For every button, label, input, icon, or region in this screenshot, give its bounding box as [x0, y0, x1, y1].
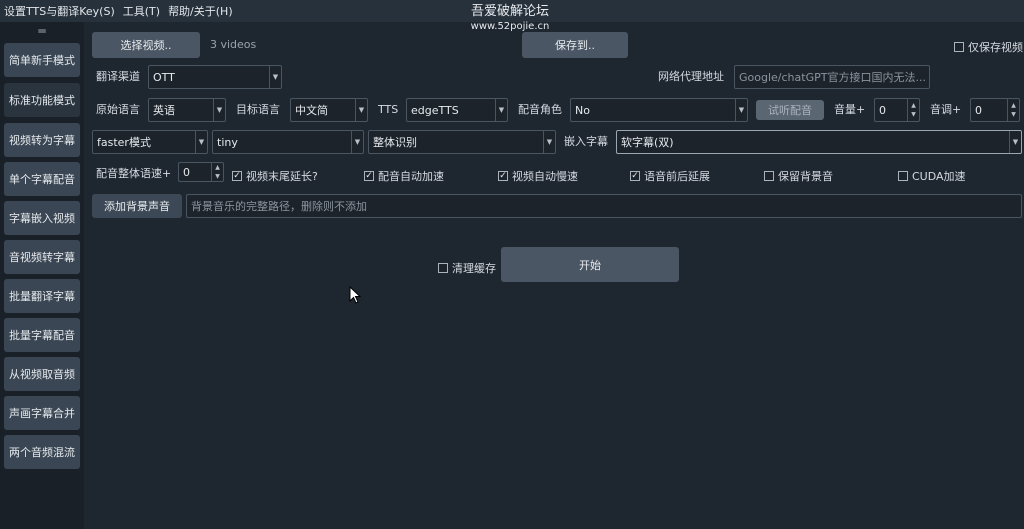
keep-bg-audio-checkbox[interactable]: 保留背景音 — [764, 168, 833, 184]
bg-audio-path-input[interactable]: 背景音乐的完整路径，删除则不添加 — [186, 194, 1022, 218]
recognition-select[interactable]: 整体识别 ▼ — [368, 130, 556, 154]
keep-bg-audio-box — [764, 171, 774, 181]
sidebar-item-merge-av-subtitle[interactable]: 声画字幕合并 — [4, 396, 80, 430]
speed-spinbox[interactable]: 0 ▲ ▼ — [178, 162, 224, 182]
sidebar: ═ 简单新手模式 标准功能模式 视频转为字幕 单个字幕配音 字幕嵌入视频 音视频… — [0, 22, 84, 529]
mode-value: faster模式 — [97, 136, 151, 149]
chevron-down-icon: ▼ — [1009, 131, 1021, 153]
tts-label: TTS — [378, 103, 399, 116]
source-lang-select[interactable]: 英语 ▼ — [148, 98, 226, 122]
mode-select[interactable]: faster模式 ▼ — [92, 130, 208, 154]
target-lang-value: 中文简 — [295, 104, 328, 117]
cuda-label: CUDA加速 — [912, 170, 966, 183]
chevron-down-icon: ▼ — [735, 99, 747, 121]
select-video-button[interactable]: 选择视频.. — [92, 32, 200, 58]
voice-role-value: No — [575, 103, 590, 117]
sidebar-item-batch-translate[interactable]: 批量翻译字幕 — [4, 279, 80, 313]
proxy-label: 网络代理地址 — [658, 70, 724, 83]
speed-value: 0 — [183, 165, 190, 179]
source-lang-label: 原始语言 — [96, 103, 140, 116]
sidebar-item-standard-mode[interactable]: 标准功能模式 — [4, 83, 80, 117]
check-icon: ✓ — [498, 171, 508, 181]
voice-role-label: 配音角色 — [518, 103, 562, 116]
spin-arrows-icon[interactable]: ▲ ▼ — [211, 163, 223, 181]
chevron-down-icon: ▼ — [269, 66, 281, 88]
menu-tools[interactable]: 工具(T) — [123, 3, 160, 19]
main-panel: 选择视频.. 3 videos 保存到.. 仅保存视频 翻译渠道 OTT ▼ 网… — [84, 22, 1024, 529]
chevron-down-icon: ▼ — [495, 99, 507, 121]
voice-extend-label: 语音前后延展 — [644, 170, 710, 183]
extend-video-end-label: 视频末尾延长? — [246, 170, 318, 183]
menu-settings[interactable]: 设置TTS与翻译Key(S) — [4, 3, 115, 19]
check-icon: ✓ — [630, 171, 640, 181]
voice-extend-checkbox[interactable]: ✓ 语音前后延展 — [630, 168, 710, 184]
chevron-down-icon: ▼ — [543, 131, 555, 153]
auto-slow-video-label: 视频自动慢速 — [512, 170, 578, 183]
clear-cache-checkbox[interactable]: 清理缓存 — [438, 260, 496, 276]
start-button[interactable]: 开始 — [501, 247, 679, 282]
only-save-video-label: 仅保存视频 — [968, 41, 1023, 54]
watermark-title: 吾爱破解论坛 — [470, 4, 549, 19]
embed-subtitle-value: 软字幕(双) — [621, 136, 674, 149]
check-icon: ✓ — [232, 171, 242, 181]
sidebar-handle-icon[interactable]: ═ — [0, 22, 84, 40]
save-to-button[interactable]: 保存到.. — [522, 32, 628, 58]
target-lang-label: 目标语言 — [236, 103, 280, 116]
model-value: tiny — [217, 135, 238, 149]
volume-label: 音量+ — [834, 103, 866, 116]
add-bg-audio-button[interactable]: 添加背景声音 — [92, 194, 182, 218]
model-select[interactable]: tiny ▼ — [212, 130, 364, 154]
cuda-checkbox[interactable]: CUDA加速 — [898, 168, 966, 184]
chevron-down-icon: ▼ — [351, 131, 363, 153]
sidebar-item-extract-audio[interactable]: 从视频取音频 — [4, 357, 80, 391]
only-save-video-box — [954, 42, 964, 52]
tts-select[interactable]: edgeTTS ▼ — [406, 98, 508, 122]
volume-value: 0 — [879, 103, 886, 117]
spin-arrows-icon[interactable]: ▲ ▼ — [1007, 99, 1019, 121]
embed-subtitle-select[interactable]: 软字幕(双) ▼ — [616, 130, 1022, 154]
translate-channel-value: OTT — [153, 70, 175, 84]
sidebar-item-video-to-subtitle[interactable]: 视频转为字幕 — [4, 123, 80, 157]
translate-channel-select[interactable]: OTT ▼ — [148, 65, 282, 89]
proxy-input[interactable]: Google/chatGPT官方接口国内无法... — [734, 65, 930, 89]
spin-arrows-icon[interactable]: ▲ ▼ — [907, 99, 919, 121]
pitch-spinbox[interactable]: 0 ▲ ▼ — [970, 98, 1020, 122]
voice-role-select[interactable]: No ▼ — [570, 98, 748, 122]
translate-channel-label: 翻译渠道 — [96, 70, 140, 83]
chevron-down-icon: ▼ — [355, 99, 367, 121]
chevron-down-icon: ▼ — [195, 131, 207, 153]
recognition-value: 整体识别 — [373, 136, 417, 149]
menu-help[interactable]: 帮助/关于(H) — [168, 3, 233, 19]
target-lang-select[interactable]: 中文简 ▼ — [290, 98, 368, 122]
sidebar-item-simple-mode[interactable]: 简单新手模式 — [4, 43, 80, 77]
video-count: 3 videos — [210, 38, 257, 51]
pitch-label: 音调+ — [930, 103, 962, 116]
auto-slow-video-checkbox[interactable]: ✓ 视频自动慢速 — [498, 168, 578, 184]
extend-video-end-checkbox[interactable]: ✓ 视频末尾延长? — [232, 168, 318, 184]
listen-dubbing-button[interactable]: 试听配音 — [756, 100, 824, 120]
clear-cache-box — [438, 263, 448, 273]
auto-speedup-dubbing-label: 配音自动加速 — [378, 170, 444, 183]
volume-spinbox[interactable]: 0 ▲ ▼ — [874, 98, 920, 122]
auto-speedup-dubbing-checkbox[interactable]: ✓ 配音自动加速 — [364, 168, 444, 184]
cuda-box — [898, 171, 908, 181]
sidebar-item-embed-subtitle[interactable]: 字幕嵌入视频 — [4, 201, 80, 235]
sidebar-item-av-to-subtitle[interactable]: 音视频转字幕 — [4, 240, 80, 274]
clear-cache-label: 清理缓存 — [452, 262, 496, 275]
mouse-cursor-icon — [349, 286, 361, 304]
sidebar-item-batch-dubbing[interactable]: 批量字幕配音 — [4, 318, 80, 352]
chevron-down-icon: ▼ — [213, 99, 225, 121]
keep-bg-audio-label: 保留背景音 — [778, 170, 833, 183]
pitch-value: 0 — [975, 103, 982, 117]
source-lang-value: 英语 — [153, 104, 175, 117]
tts-value: edgeTTS — [411, 103, 459, 117]
speed-label: 配音整体语速+ — [96, 167, 172, 180]
sidebar-item-mix-audio[interactable]: 两个音频混流 — [4, 435, 80, 469]
sidebar-item-subtitle-dubbing[interactable]: 单个字幕配音 — [4, 162, 80, 196]
only-save-video-checkbox[interactable]: 仅保存视频 — [954, 39, 1023, 55]
check-icon: ✓ — [364, 171, 374, 181]
embed-subtitle-label: 嵌入字幕 — [564, 135, 608, 148]
